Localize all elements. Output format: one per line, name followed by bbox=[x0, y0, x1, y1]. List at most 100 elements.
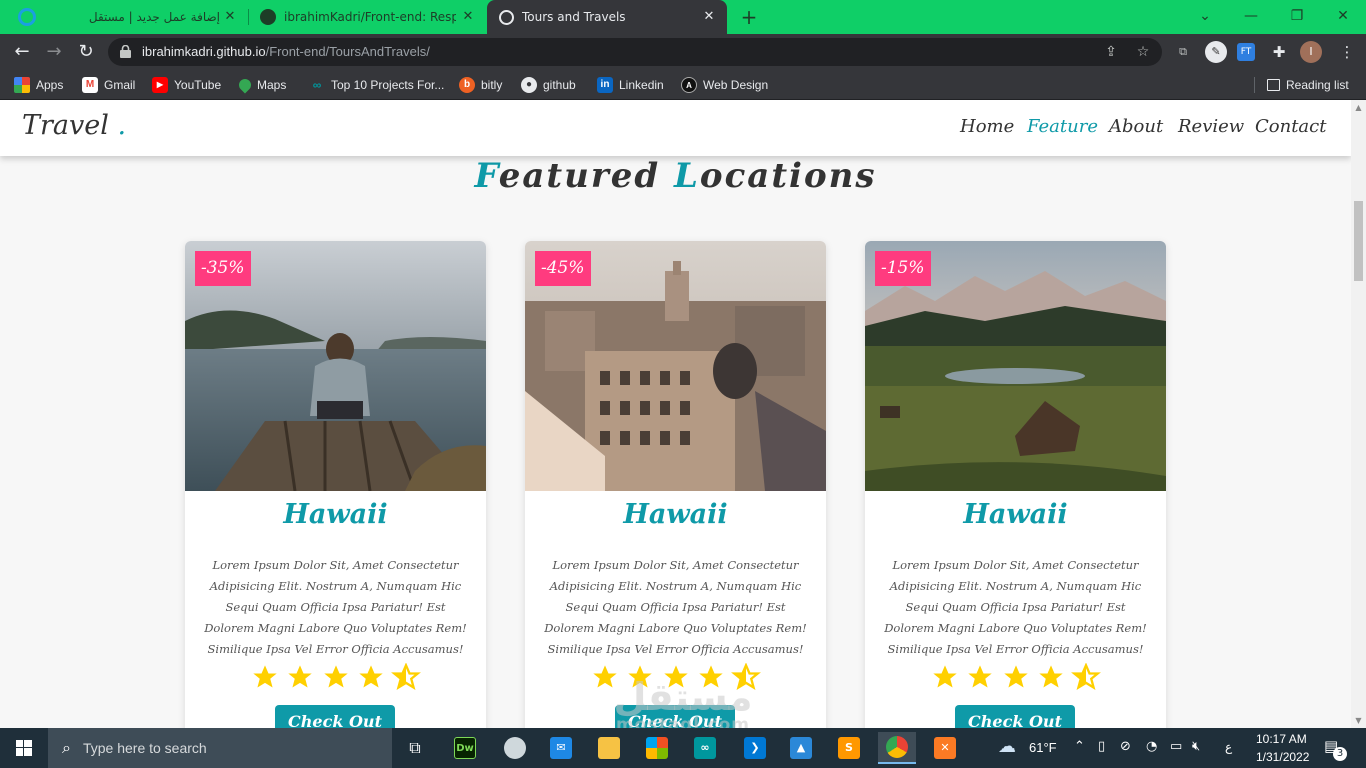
close-window-button[interactable]: ✕ bbox=[1320, 0, 1366, 34]
profile-avatar[interactable]: I bbox=[1300, 41, 1322, 63]
xampp-icon: ✕ bbox=[934, 737, 956, 759]
taskbar-dreamweaver[interactable]: Dw bbox=[446, 732, 484, 764]
check-out-button[interactable]: Check Out bbox=[275, 705, 395, 728]
site-header: Travel . Home Feature About Review Conta… bbox=[0, 100, 1351, 156]
bookmarks-bar: Apps M Gmail ▶ YouTube Maps ∞ Top 10 Pro… bbox=[0, 70, 1366, 100]
nav-contact[interactable]: Contact bbox=[1255, 116, 1326, 137]
forward-button[interactable]: → bbox=[42, 40, 66, 64]
cast-icon[interactable]: ⧉ bbox=[1172, 41, 1194, 63]
taskbar-vscode[interactable]: ❯ bbox=[736, 732, 774, 764]
weather-temperature[interactable]: 61°F bbox=[1029, 740, 1057, 755]
taskbar-file-explorer[interactable] bbox=[590, 732, 628, 764]
clock-date[interactable]: 1/31/2022 bbox=[1256, 750, 1309, 764]
bookmark-top-10-projects[interactable]: ∞ Top 10 Projects For... bbox=[309, 76, 445, 94]
tab-github[interactable]: ibrahimKadri/Front-end: Respons ✕ bbox=[250, 0, 486, 34]
tab-divider bbox=[248, 9, 249, 25]
volume-muted-icon[interactable]: 🔇︎ bbox=[1192, 739, 1200, 754]
star-half-icon bbox=[390, 663, 421, 691]
close-icon[interactable]: ✕ bbox=[460, 9, 476, 24]
scroll-down-arrow-icon[interactable]: ▼ bbox=[1351, 713, 1366, 728]
nav-review[interactable]: Review bbox=[1178, 116, 1244, 137]
star-icon bbox=[253, 665, 277, 688]
restore-button[interactable]: ❐ bbox=[1274, 0, 1320, 34]
linkedin-icon: in bbox=[597, 77, 613, 93]
site-logo[interactable]: Travel . bbox=[22, 110, 126, 141]
dreamweaver-icon: Dw bbox=[454, 737, 476, 759]
star-icon bbox=[1038, 665, 1063, 688]
bookmark-linkedin[interactable]: in Linkedin bbox=[597, 76, 664, 94]
scroll-up-arrow-icon[interactable]: ▲ bbox=[1351, 100, 1366, 115]
clock-time[interactable]: 10:17 AM bbox=[1256, 732, 1307, 746]
show-hidden-icons-chevron-icon[interactable]: ⌃ bbox=[1074, 739, 1085, 754]
windows-start-button[interactable] bbox=[0, 728, 48, 768]
folder-icon bbox=[598, 737, 620, 759]
title-initial-f: F bbox=[474, 156, 499, 196]
close-icon[interactable]: ✕ bbox=[222, 9, 238, 24]
menu-dots-icon[interactable]: ⋮ bbox=[1336, 41, 1358, 63]
taskbar-mail[interactable]: ✉ bbox=[542, 732, 580, 764]
card-description: Lorem Ipsum Dolor Sit, Amet Consectetur … bbox=[204, 558, 467, 656]
task-view-button[interactable]: ⧉ bbox=[396, 732, 434, 764]
tab-tours-and-travels[interactable]: Tours and Travels ✕ bbox=[487, 0, 727, 34]
search-icon: ⌕ bbox=[62, 738, 71, 757]
bookmark-bitly[interactable]: b bitly bbox=[459, 76, 502, 94]
bookmark-maps[interactable]: Maps bbox=[236, 76, 287, 94]
new-tab-button[interactable]: + bbox=[738, 6, 760, 28]
taskbar-chrome[interactable] bbox=[878, 732, 916, 764]
bookmark-apps[interactable]: Apps bbox=[14, 76, 63, 94]
extension-pen-icon[interactable]: ✎ bbox=[1205, 41, 1227, 63]
tab-search-icon[interactable] bbox=[18, 8, 36, 26]
webpage: Travel . Home Feature About Review Conta… bbox=[0, 100, 1351, 728]
nav-feature[interactable]: Feature bbox=[1027, 116, 1098, 137]
battery-icon[interactable]: ▭ bbox=[1170, 739, 1182, 754]
title-word-featured: eatured bbox=[498, 156, 675, 196]
wifi-icon[interactable]: ◔ bbox=[1146, 739, 1157, 754]
location-card: -15% Hawaii Lorem Ipsum Dolor Sit, Amet … bbox=[865, 241, 1166, 728]
minimize-button[interactable]: — bbox=[1228, 0, 1274, 34]
weather-cloud-icon[interactable]: ☁ bbox=[998, 736, 1016, 757]
bookmark-label: Maps bbox=[257, 78, 287, 92]
taskbar-sublime[interactable]: S bbox=[830, 732, 868, 764]
reading-list-button[interactable]: Reading list bbox=[1267, 76, 1349, 94]
taskbar-store[interactable] bbox=[638, 732, 676, 764]
nav-about[interactable]: About bbox=[1109, 116, 1163, 137]
taskbar-xampp[interactable]: ✕ bbox=[926, 732, 964, 764]
page-scrollbar[interactable]: ▲ ▼ bbox=[1351, 100, 1366, 728]
back-button[interactable]: ← bbox=[10, 40, 34, 64]
nav-home[interactable]: Home bbox=[960, 116, 1014, 137]
url-text[interactable]: ibrahimkadri.github.io/Front-end/ToursAn… bbox=[142, 44, 430, 59]
taskbar-paint[interactable] bbox=[496, 732, 534, 764]
location-card: -45% Hawaii Lorem Ipsum Dolor Sit, Amet … bbox=[525, 241, 826, 728]
bookmark-web-design[interactable]: A Web Design bbox=[681, 76, 768, 94]
bookmark-label: Linkedin bbox=[619, 78, 664, 92]
bookmark-gmail[interactable]: M Gmail bbox=[82, 76, 135, 94]
tab-mostaql[interactable]: إضافة عمل جديد | مستقل ✕ bbox=[80, 0, 248, 34]
webdesign-icon: A bbox=[681, 77, 697, 93]
photos-icon: ▲ bbox=[790, 737, 812, 759]
address-bar[interactable]: ibrahimkadri.github.io/Front-end/ToursAn… bbox=[108, 38, 1162, 66]
notification-count-badge: 3 bbox=[1333, 747, 1347, 761]
vscode-icon: ❯ bbox=[744, 737, 766, 759]
arduino-icon: ∞ bbox=[694, 737, 716, 759]
extension-ft-icon[interactable]: FT bbox=[1237, 43, 1255, 61]
tab-title: إضافة عمل جديد | مستقل bbox=[88, 10, 220, 24]
close-icon[interactable]: ✕ bbox=[701, 9, 717, 24]
reload-button[interactable]: ↻ bbox=[74, 40, 98, 64]
url-host: ibrahimkadri.github.io bbox=[142, 44, 266, 59]
scroll-thumb[interactable] bbox=[1354, 201, 1363, 281]
extensions-puzzle-icon[interactable]: ✚ bbox=[1268, 41, 1290, 63]
mostaql-watermark: مستقل mostaql.com bbox=[598, 678, 768, 734]
rating-stars bbox=[185, 663, 486, 695]
input-language[interactable]: ع bbox=[1225, 740, 1232, 754]
network-blocked-icon[interactable]: ⊘ bbox=[1120, 739, 1131, 754]
taskbar-photos[interactable]: ▲ bbox=[782, 732, 820, 764]
device-icon[interactable]: ▯ bbox=[1098, 739, 1105, 754]
taskbar-arduino[interactable]: ∞ bbox=[686, 732, 724, 764]
bookmark-github[interactable]: ● github bbox=[521, 76, 576, 94]
share-icon[interactable]: ⇪ bbox=[1102, 43, 1120, 61]
tab-search-chevron-icon[interactable]: ⌄ bbox=[1182, 0, 1228, 34]
bookmark-star-icon[interactable]: ☆ bbox=[1134, 43, 1152, 61]
taskbar-search-box[interactable]: ⌕ Type here to search bbox=[48, 728, 392, 768]
bookmark-youtube[interactable]: ▶ YouTube bbox=[152, 76, 221, 94]
check-out-button[interactable]: Check Out bbox=[955, 705, 1075, 728]
